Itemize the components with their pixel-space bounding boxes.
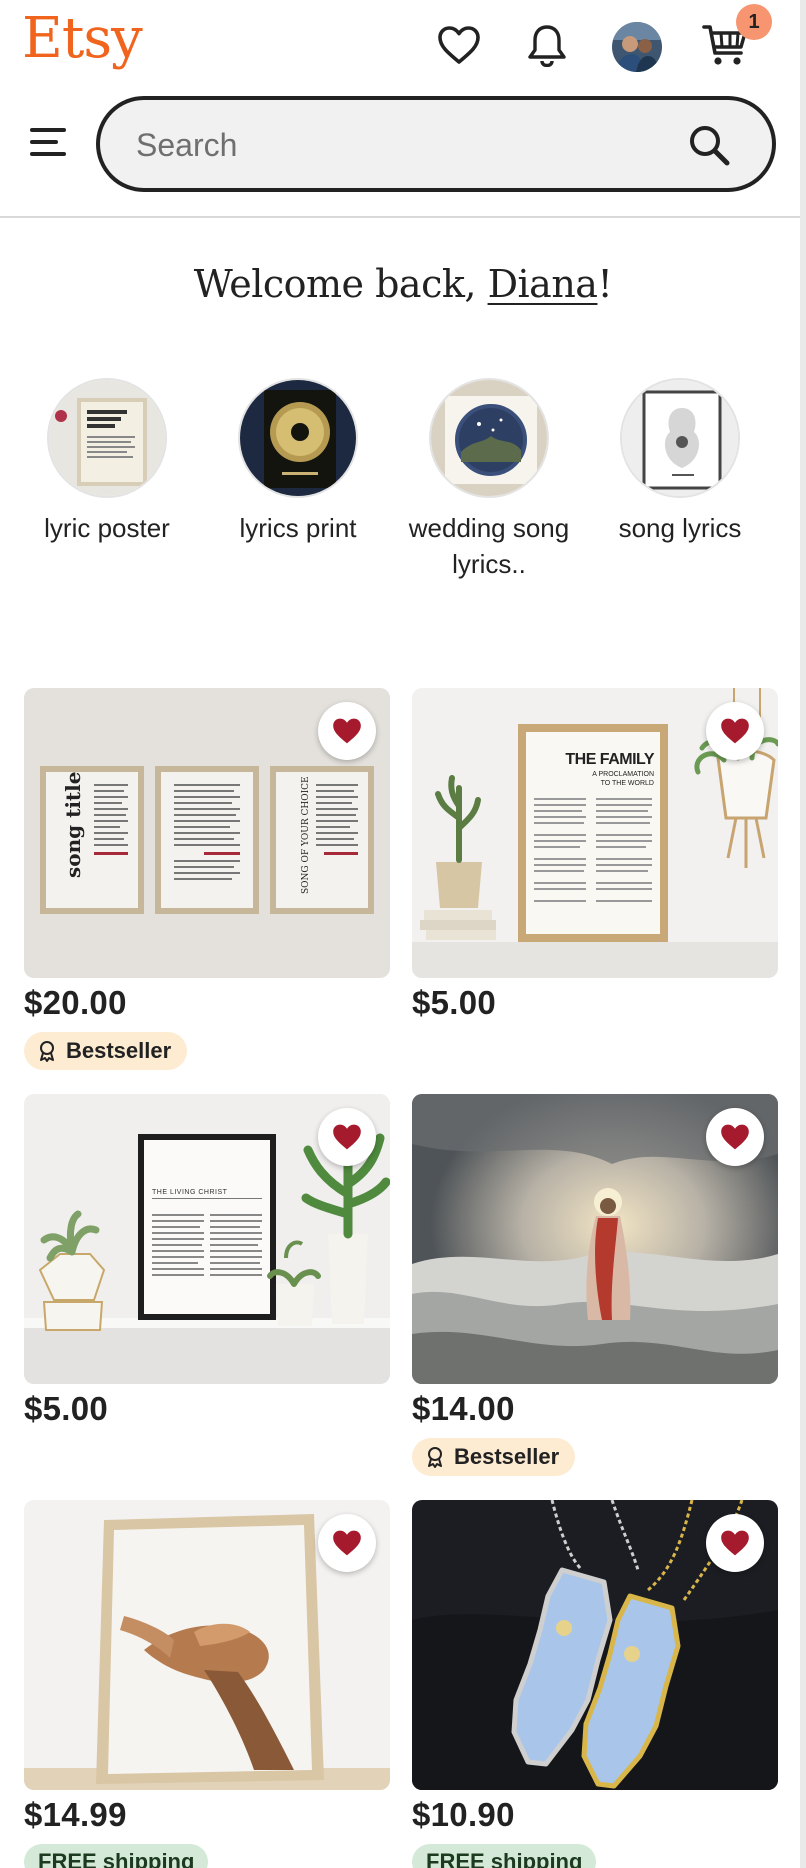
bestseller-label: Bestseller	[454, 1444, 560, 1469]
category-label: wedding song lyrics..	[408, 513, 570, 579]
product-card[interactable]: $14.99 FREE shipping	[24, 1500, 390, 1868]
favorite-button[interactable]	[706, 1514, 764, 1572]
favorite-button[interactable]	[706, 1108, 764, 1166]
product-image[interactable]: THE LIVING CHRIST	[24, 1094, 390, 1384]
bestseller-label: Bestseller	[66, 1038, 172, 1063]
product-price: $5.00	[412, 984, 497, 1021]
etsy-home-page: Etsy 1 Search Welcome back, Diana! lyric…	[0, 0, 806, 1868]
product-card[interactable]: song title SONG OF YOUR CHOICE $20.00 Be…	[24, 688, 390, 1070]
heart-filled-icon	[333, 718, 361, 744]
favorite-button[interactable]	[318, 702, 376, 760]
user-avatar[interactable]	[612, 22, 662, 72]
heart-filled-icon	[333, 1530, 361, 1556]
category-lyric-poster[interactable]: lyric poster	[12, 378, 202, 546]
heart-filled-icon	[721, 1124, 749, 1150]
free-shipping-badge: FREE shipping	[412, 1844, 597, 1868]
favorite-button[interactable]	[318, 1108, 376, 1166]
notifications-bell-icon[interactable]	[522, 20, 572, 70]
p2-title-text: THE FAMILY	[565, 751, 654, 768]
welcome-message: Welcome back, Diana!	[0, 262, 806, 306]
category-thumbnail	[620, 378, 740, 498]
favorite-button[interactable]	[318, 1514, 376, 1572]
product-price: $20.00	[24, 984, 127, 1021]
heart-filled-icon	[721, 718, 749, 744]
product-image[interactable]	[412, 1094, 778, 1384]
product-image[interactable]	[412, 1500, 778, 1790]
product-image[interactable]: THE FAMILY A PROCLAMATION TO THE WORLD	[412, 688, 778, 978]
search-icon[interactable]	[684, 120, 736, 172]
award-ribbon-icon	[40, 1041, 54, 1062]
p2-sub1-text: A PROCLAMATION	[592, 771, 654, 778]
product-card[interactable]: THE FAMILY A PROCLAMATION TO THE WORLD $…	[412, 688, 778, 1022]
category-thumbnail	[47, 378, 167, 498]
award-ribbon-icon	[428, 1447, 442, 1468]
bestseller-badge: Bestseller	[24, 1032, 188, 1070]
etsy-logo[interactable]: Etsy	[22, 6, 143, 71]
product-card[interactable]: $10.90 FREE shipping	[412, 1500, 778, 1868]
product-price: $5.00	[24, 1390, 109, 1427]
category-lyrics-print[interactable]: lyrics print	[203, 378, 393, 546]
free-shipping-badge: FREE shipping	[24, 1844, 209, 1868]
favorite-button[interactable]	[706, 702, 764, 760]
heart-filled-icon	[721, 1530, 749, 1556]
product-price: $14.99	[24, 1796, 127, 1833]
product-card[interactable]: THE LIVING CHRIST $5.00	[24, 1094, 390, 1428]
welcome-username-link[interactable]: Diana	[488, 262, 598, 306]
p2-sub2-text: TO THE WORLD	[601, 780, 654, 787]
category-thumbnail	[429, 378, 549, 498]
p1-left-text: song title	[61, 772, 85, 878]
heart-filled-icon	[333, 1124, 361, 1150]
category-thumbnail	[238, 378, 358, 498]
bestseller-badge: Bestseller	[412, 1438, 576, 1476]
product-price: $10.90	[412, 1796, 515, 1833]
welcome-suffix: !	[597, 262, 613, 306]
category-label: song lyrics	[618, 513, 742, 543]
search-bar	[96, 96, 776, 192]
p3-title-text: THE LIVING CHRIST	[152, 1189, 228, 1196]
product-image[interactable]	[24, 1500, 390, 1790]
category-wedding-song-lyrics[interactable]: wedding song lyrics..	[394, 378, 584, 582]
welcome-prefix: Welcome back,	[193, 262, 488, 306]
product-card[interactable]: $14.00 Bestseller	[412, 1094, 778, 1476]
p1-right-text: SONG OF YOUR CHOICE	[301, 776, 311, 894]
site-header: Etsy 1 Search	[0, 0, 800, 218]
header-divider	[0, 216, 800, 218]
product-price: $14.00	[412, 1390, 515, 1427]
search-input[interactable]	[136, 122, 656, 168]
category-label: lyrics print	[239, 513, 357, 543]
favorites-heart-icon[interactable]	[434, 20, 484, 70]
category-song-lyrics[interactable]: song lyrics	[585, 378, 775, 546]
menu-hamburger-icon[interactable]	[26, 124, 70, 164]
product-image[interactable]: song title SONG OF YOUR CHOICE	[24, 688, 390, 978]
category-label: lyric poster	[44, 513, 170, 543]
cart-count-badge: 1	[736, 4, 772, 40]
